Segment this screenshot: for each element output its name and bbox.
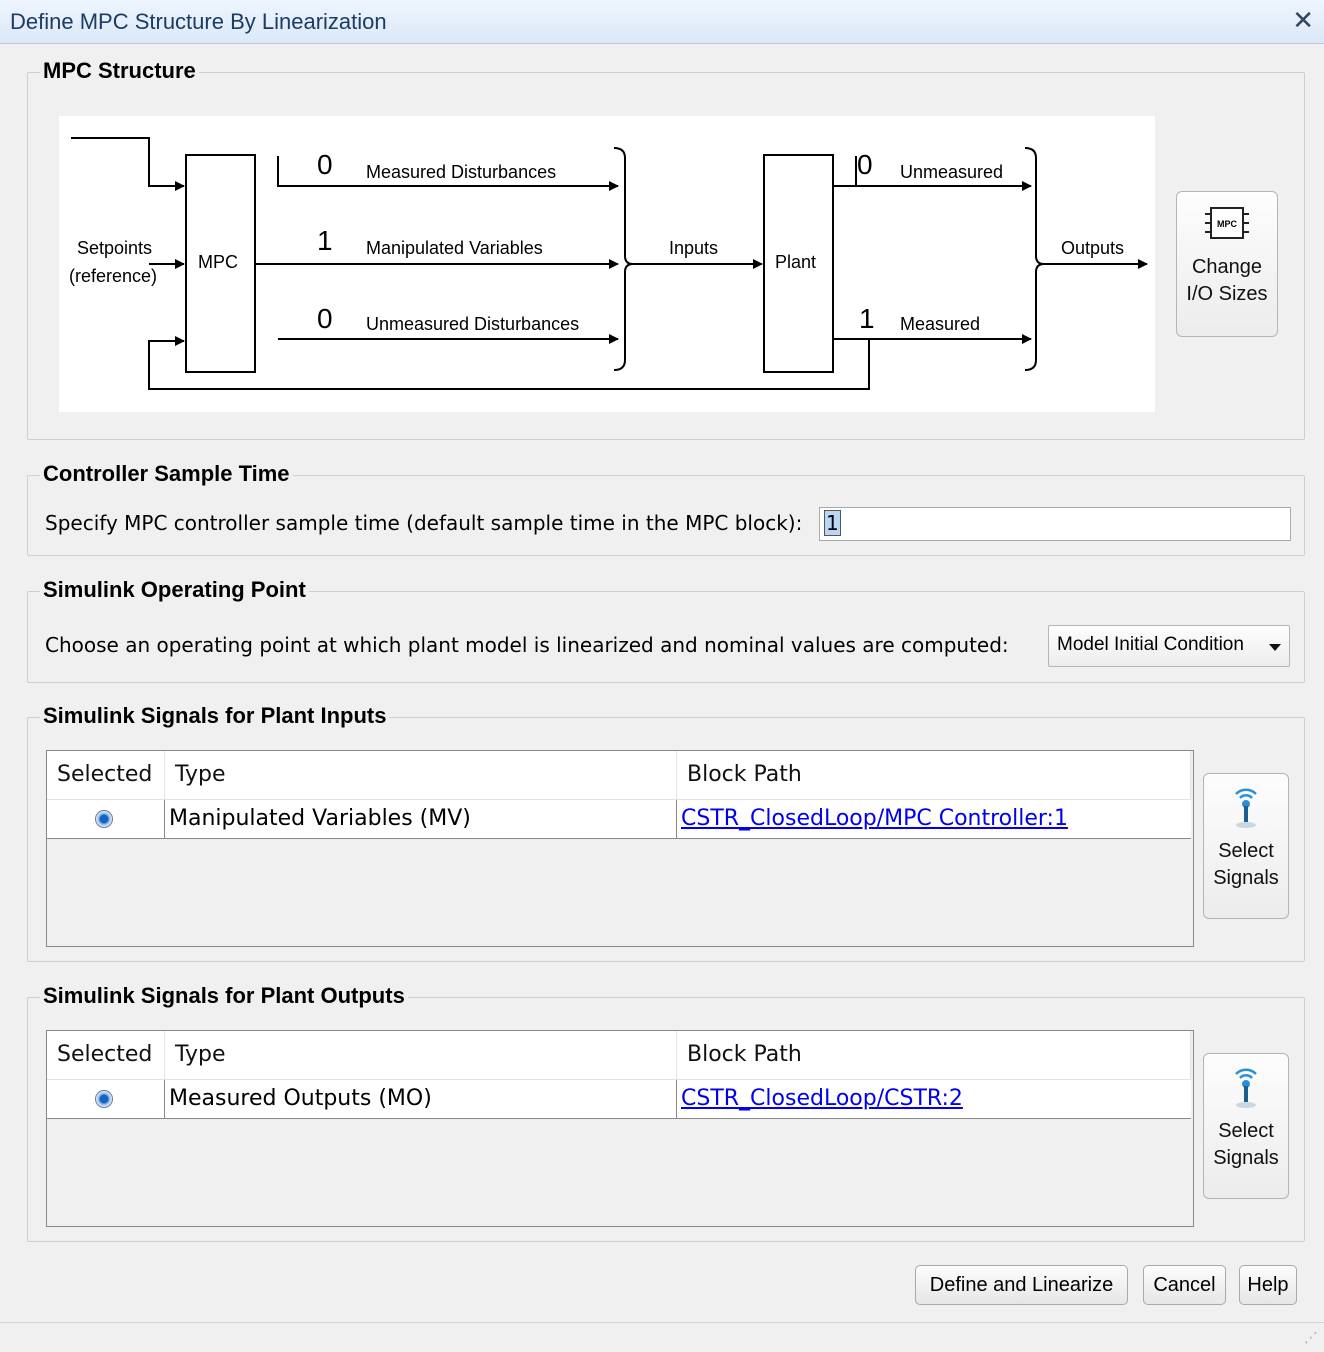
close-icon[interactable]: ✕	[1292, 6, 1314, 36]
selected-cell	[47, 800, 165, 838]
diagram-svg: Setpoints (reference) MPC Plant Inputs O…	[69, 137, 1148, 390]
block-path-link[interactable]: CSTR_ClosedLoop/MPC Controller:1	[681, 806, 1068, 831]
block-path-cell: CSTR_ClosedLoop/CSTR:2	[677, 1080, 1191, 1118]
table-row[interactable]: Manipulated Variables (MV) CSTR_ClosedLo…	[47, 800, 1191, 839]
type-cell: Manipulated Variables (MV)	[165, 800, 677, 838]
chevron-down-icon	[1269, 644, 1281, 651]
sample-time-group: Controller Sample Time Specify MPC contr…	[27, 461, 1305, 556]
plant-outputs-legend: Simulink Signals for Plant Outputs	[40, 983, 408, 1009]
plant-inputs-group: Simulink Signals for Plant Inputs Select…	[27, 703, 1305, 962]
column-block-path[interactable]: Block Path	[677, 751, 1191, 799]
mpc-block-label: MPC	[198, 252, 238, 272]
select-signals-line1: Select	[1218, 840, 1274, 862]
outputs-label: Outputs	[1061, 238, 1124, 258]
table-header: Selected Type Block Path	[47, 751, 1191, 800]
change-io-line2: I/O Sizes	[1186, 283, 1268, 305]
plant-outputs-group: Simulink Signals for Plant Outputs Selec…	[27, 983, 1305, 1242]
resize-grip-icon[interactable]: ⋰	[1304, 1330, 1318, 1346]
unmeasured-disturbances-label: Unmeasured Disturbances	[366, 314, 579, 334]
unmeasured-disturbances-count: 0	[317, 303, 333, 334]
signal-probe-icon	[1235, 1068, 1257, 1108]
select-signals-line2: Signals	[1213, 867, 1279, 889]
change-io-line1: Change	[1191, 256, 1263, 278]
plant-inputs-legend: Simulink Signals for Plant Inputs	[40, 703, 390, 729]
select-signals-button-outputs[interactable]: Select Signals	[1203, 1053, 1289, 1199]
mpc-structure-diagram: Setpoints (reference) MPC Plant Inputs O…	[59, 116, 1155, 412]
column-block-path[interactable]: Block Path	[677, 1031, 1191, 1079]
cancel-button[interactable]: Cancel	[1143, 1265, 1226, 1305]
title-bar: Define MPC Structure By Linearization ✕	[0, 0, 1324, 44]
unmeasured-outputs-count: 0	[857, 149, 873, 180]
selected-radio[interactable]	[95, 1090, 113, 1108]
operating-point-group: Simulink Operating Point Choose an opera…	[27, 577, 1305, 683]
inputs-label: Inputs	[669, 238, 718, 258]
manipulated-variables-count: 1	[317, 225, 333, 256]
mpc-structure-group: MPC Structure Setpoints (reference) MPC …	[27, 58, 1305, 440]
mpc-structure-legend: MPC Structure	[40, 58, 199, 84]
manipulated-variables-label: Manipulated Variables	[366, 238, 543, 258]
column-type[interactable]: Type	[165, 751, 677, 799]
table-row[interactable]: Measured Outputs (MO) CSTR_ClosedLoop/CS…	[47, 1080, 1191, 1119]
sample-time-input[interactable]: 1	[819, 507, 1291, 541]
sample-time-label: Specify MPC controller sample time (defa…	[45, 511, 803, 535]
column-selected[interactable]: Selected	[47, 1031, 165, 1079]
svg-text:MPC: MPC	[1217, 219, 1238, 229]
setpoints-label: Setpoints	[77, 238, 152, 258]
select-signals-line2: Signals	[1213, 1147, 1279, 1169]
select-signals-button-inputs[interactable]: Select Signals	[1203, 773, 1289, 919]
window-title: Define MPC Structure By Linearization	[10, 9, 387, 34]
measured-outputs-count: 1	[859, 303, 875, 334]
block-path-link[interactable]: CSTR_ClosedLoop/CSTR:2	[681, 1086, 963, 1111]
change-io-sizes-button[interactable]: MPC Change I/O Sizes	[1176, 191, 1278, 337]
sample-time-value: 1	[824, 510, 841, 536]
define-and-linearize-button[interactable]: Define and Linearize	[915, 1265, 1128, 1305]
operating-point-select[interactable]: Model Initial Condition	[1048, 625, 1290, 667]
status-bar: ⋰	[0, 1322, 1324, 1352]
sample-time-legend: Controller Sample Time	[40, 461, 293, 487]
unmeasured-outputs-label: Unmeasured	[900, 162, 1003, 182]
signal-probe-icon	[1235, 788, 1257, 828]
column-type[interactable]: Type	[165, 1031, 677, 1079]
type-cell: Measured Outputs (MO)	[165, 1080, 677, 1118]
select-signals-line1: Select	[1218, 1120, 1274, 1142]
plant-outputs-table: Selected Type Block Path Measured Output…	[46, 1030, 1194, 1227]
reference-label: (reference)	[69, 266, 157, 286]
operating-point-legend: Simulink Operating Point	[40, 577, 309, 603]
plant-block-label: Plant	[775, 252, 816, 272]
operating-point-selected: Model Initial Condition	[1057, 634, 1244, 655]
measured-disturbances-label: Measured Disturbances	[366, 162, 556, 182]
table-header: Selected Type Block Path	[47, 1031, 1191, 1080]
block-path-cell: CSTR_ClosedLoop/MPC Controller:1	[677, 800, 1191, 838]
operating-point-label: Choose an operating point at which plant…	[45, 633, 1009, 657]
mpc-chip-icon: MPC	[1205, 207, 1249, 239]
selected-cell	[47, 1080, 165, 1118]
plant-inputs-table: Selected Type Block Path Manipulated Var…	[46, 750, 1194, 947]
selected-radio[interactable]	[95, 810, 113, 828]
help-button[interactable]: Help	[1239, 1265, 1297, 1305]
measured-outputs-label: Measured	[900, 314, 980, 334]
column-selected[interactable]: Selected	[47, 751, 165, 799]
measured-disturbances-count: 0	[317, 149, 333, 180]
